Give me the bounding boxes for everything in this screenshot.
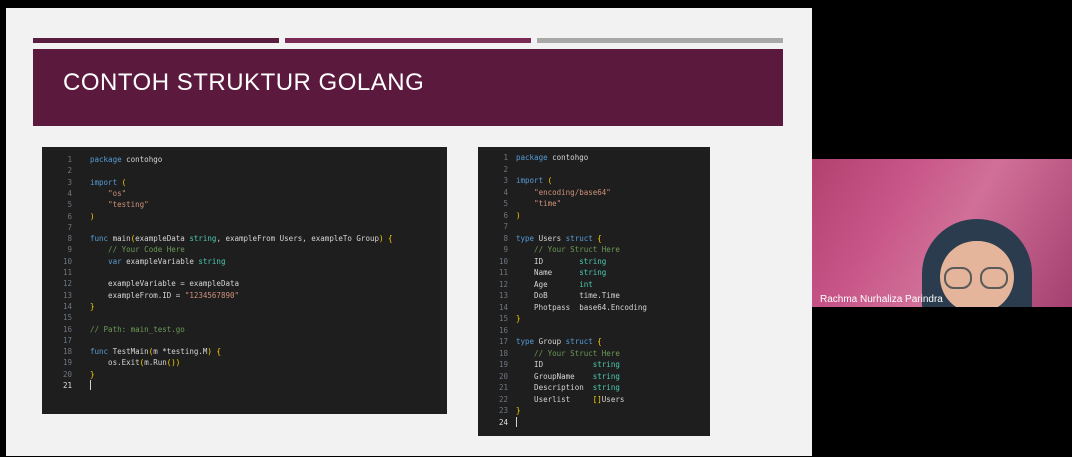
accent-bar-1 [33, 38, 279, 43]
slide-title: CONTOH STRUKTUR GOLANG [63, 69, 425, 96]
code-line[interactable]: // Your Code Here [90, 245, 185, 254]
glasses-right-lens [980, 267, 1008, 289]
code-line[interactable]: import ( [516, 176, 552, 185]
line-number: 17 [498, 337, 508, 346]
line-number: 24 [498, 417, 508, 427]
line-number: 11 [62, 268, 72, 277]
line-number: 6 [67, 211, 72, 221]
line-number: 12 [62, 279, 72, 289]
line-number: 1 [67, 155, 72, 164]
line-number: 16 [498, 325, 508, 335]
line-number: 13 [498, 291, 508, 300]
line-number: 21 [498, 383, 508, 392]
code-line[interactable]: import ( [90, 178, 126, 187]
participant-video-tile[interactable]: Rachma Nurhaliza Parindra [812, 159, 1072, 307]
line-number: 10 [498, 256, 508, 266]
code-line[interactable]: ) [516, 211, 521, 220]
presentation-slide: CONTOH STRUKTUR GOLANG 1 package contohgo… [6, 8, 812, 456]
line-number: 10 [62, 256, 72, 266]
line-number: 9 [503, 245, 508, 254]
code-line[interactable]: ID string [516, 257, 606, 266]
line-number: 9 [67, 245, 72, 255]
line-number: 1 [503, 153, 508, 162]
code-line[interactable]: Age int [516, 280, 593, 289]
code-line[interactable]: exampleVariable = exampleData [90, 279, 239, 288]
line-number: 5 [503, 199, 508, 208]
line-number: 13 [62, 290, 72, 300]
line-number: 2 [503, 164, 508, 174]
code-line[interactable]: var exampleVariable string [90, 257, 225, 266]
accent-bar-3 [537, 38, 783, 43]
code-line[interactable]: Userlist []Users [516, 395, 624, 404]
line-number: 8 [67, 234, 72, 244]
line-number: 15 [498, 314, 508, 323]
code-line[interactable]: "testing" [90, 200, 149, 209]
line-number: 22 [498, 394, 508, 404]
code-line[interactable]: Photpass base64.Encoding [516, 303, 647, 312]
code-line[interactable]: // Path: main_test.go [90, 325, 185, 334]
participant-name-label: Rachma Nurhaliza Parindra [820, 294, 943, 305]
code-line[interactable]: package contohgo [516, 153, 588, 162]
code-line[interactable]: // Your Struct Here [516, 245, 620, 254]
code-line[interactable]: Description string [516, 383, 620, 392]
code-line[interactable]: func TestMain(m *testing.M) { [90, 347, 221, 356]
line-number: 7 [67, 222, 72, 232]
code-line[interactable]: "time" [516, 199, 561, 208]
line-number: 3 [503, 176, 508, 185]
code-line[interactable]: package contohgo [90, 155, 162, 164]
code-panel-right: 1 package contohgo 2 3 import (4 "encoding/b… [478, 147, 710, 436]
code-line[interactable]: func main(exampleData string, exampleFro… [90, 234, 393, 243]
code-line[interactable]: Name string [516, 268, 606, 277]
line-number: 7 [503, 222, 508, 231]
line-number: 12 [498, 279, 508, 289]
line-number: 20 [62, 369, 72, 379]
line-number: 4 [503, 187, 508, 197]
code-line[interactable]: DoB time.Time [516, 291, 620, 300]
line-number: 11 [498, 268, 508, 277]
line-number: 6 [503, 210, 508, 220]
line-number: 5 [67, 200, 72, 210]
line-number: 8 [503, 233, 508, 243]
code-line[interactable]: } [90, 302, 95, 311]
glasses-left-lens [944, 267, 972, 289]
code-line[interactable]: ID string [516, 360, 620, 369]
code-line[interactable]: os.Exit(m.Run()) [90, 358, 180, 367]
line-number: 18 [62, 347, 72, 357]
code-panel-left: 1 package contohgo 2 3 import ( 4 "os" 5 "test… [42, 147, 447, 414]
line-number: 16 [62, 324, 72, 334]
code-line[interactable]: type Users struct { [516, 234, 602, 243]
code-line[interactable]: } [90, 370, 95, 379]
code-line[interactable]: exampleFrom.ID = "1234567890" [90, 291, 239, 300]
code-line[interactable]: GroupName string [516, 372, 620, 381]
code-line[interactable]: ) [90, 212, 95, 221]
accent-bar-2 [285, 38, 531, 43]
code-line[interactable]: // Your Struct Here [516, 349, 620, 358]
line-number: 23 [498, 406, 508, 415]
code-line[interactable]: type Group struct { [516, 337, 602, 346]
line-number: 2 [67, 166, 72, 176]
line-number: 14 [498, 302, 508, 312]
line-number: 17 [62, 335, 72, 345]
line-number: 4 [67, 188, 72, 198]
code-line[interactable]: "encoding/base64" [516, 188, 611, 197]
line-number: 19 [62, 358, 72, 368]
line-number: 3 [67, 177, 72, 187]
slide-header: CONTOH STRUKTUR GOLANG [33, 49, 783, 126]
line-number: 19 [498, 360, 508, 369]
line-number: 15 [62, 313, 72, 323]
code-line[interactable]: } [516, 406, 521, 415]
line-number: 14 [62, 301, 72, 311]
text-cursor [516, 416, 517, 427]
line-number: 21 [62, 381, 72, 390]
line-number: 18 [498, 348, 508, 358]
code-line[interactable]: } [516, 314, 521, 323]
code-line[interactable]: "os" [90, 189, 126, 198]
text-cursor [90, 380, 91, 390]
line-number: 20 [498, 371, 508, 381]
